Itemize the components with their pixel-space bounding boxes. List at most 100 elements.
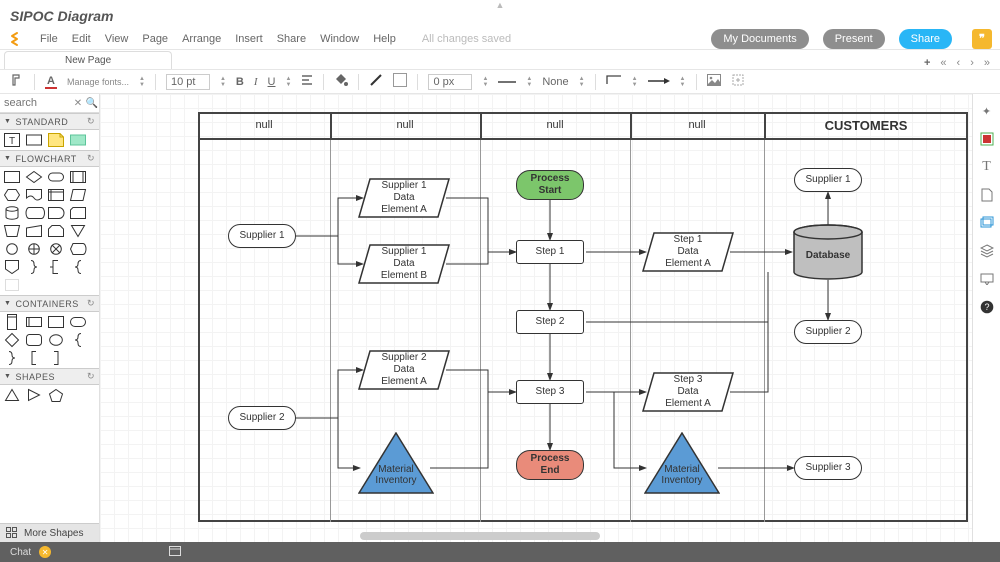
shape-connector[interactable] [3,242,21,256]
shape-bracket-open[interactable] [25,351,43,365]
node-s1-data-b[interactable]: Supplier 1DataElement B [358,244,450,284]
menu-insert[interactable]: Insert [235,33,263,45]
shape-hexagon[interactable] [3,188,21,202]
col-header-3[interactable]: null [480,112,630,140]
node-database[interactable]: Database [792,224,864,280]
shape-swimlane-v[interactable] [3,315,21,329]
shape-stored[interactable] [25,206,43,220]
line-color-dropdown-icon[interactable] [393,73,407,90]
font-stepper-icon[interactable]: ▲▼ [139,76,145,88]
shape-note[interactable] [47,133,65,147]
shape-delay[interactable] [47,206,65,220]
conn-stepper-icon[interactable]: ▲▼ [632,76,638,88]
page-icon[interactable] [978,186,996,204]
app-logo-icon[interactable] [8,30,26,48]
shape-pentagon[interactable] [47,388,65,402]
feedback-icon[interactable]: ❞ [972,29,992,49]
help-icon[interactable]: ? [978,298,996,316]
line-color-icon[interactable] [369,73,383,90]
node-process-end[interactable]: ProcessEnd [516,450,584,480]
menu-arrange[interactable]: Arrange [182,33,221,45]
shape-blank[interactable] [3,278,21,292]
share-button[interactable]: Share [899,29,952,49]
shape-internal[interactable] [47,188,65,202]
align-button[interactable] [301,74,313,89]
shape-note2[interactable] [47,260,65,274]
shape-or[interactable] [25,242,43,256]
stroke-width-input[interactable]: 0 px [428,74,472,90]
col-header-5[interactable]: CUSTOMERS [764,112,968,140]
node-customer-supplier-3[interactable]: Supplier 3 [794,456,862,480]
shape-bracket-close[interactable] [47,351,65,365]
section-refresh-icon[interactable]: ↻ [87,116,95,127]
text-color-icon[interactable]: A [45,75,57,89]
shape-triangle[interactable] [3,388,21,402]
shape-swimlane-h[interactable] [25,315,43,329]
col-header-2[interactable]: null [330,112,480,140]
section-refresh-icon-2[interactable]: ↻ [87,153,95,164]
stack-icon[interactable] [978,242,996,260]
more-shapes-button[interactable]: More Shapes [0,523,99,542]
document-title[interactable]: SIPOC Diagram [10,8,113,24]
shape-highlight[interactable] [69,133,87,147]
more-text-icon[interactable]: ▲▼ [285,76,291,88]
shape-brace-l[interactable] [69,260,87,274]
paint-format-icon[interactable] [10,73,24,90]
menu-file[interactable]: File [40,33,58,45]
node-supplier-2[interactable]: Supplier 2 [228,406,296,430]
arrow-end-icon[interactable] [648,76,670,88]
shape-database[interactable] [3,206,21,220]
node-material-inventory-2[interactable]: MaterialInventory [644,432,720,494]
shape-predef[interactable] [69,170,87,184]
shape-tri-right[interactable] [25,388,43,402]
arrow-start-select[interactable]: None [542,76,568,88]
section-refresh-icon-4[interactable]: ↻ [87,371,95,382]
nav-next-icon[interactable]: › [970,57,974,69]
col-header-4[interactable]: null [630,112,764,140]
shape-offpage[interactable] [3,260,21,274]
nav-last-icon[interactable]: » [984,57,990,69]
page-tab-new[interactable]: New Page [4,51,172,69]
shape-manual-op[interactable] [3,224,21,238]
shape-merge[interactable] [69,224,87,238]
nav-prev-icon[interactable]: ‹ [957,57,961,69]
shape-process[interactable] [3,170,21,184]
menu-page[interactable]: Page [142,33,168,45]
menu-window[interactable]: Window [320,33,359,45]
shape-brace-r[interactable] [25,260,43,274]
menu-view[interactable]: View [105,33,129,45]
col-header-1[interactable]: null [198,112,330,140]
italic-button[interactable]: I [254,76,258,88]
node-step1-data-a[interactable]: Step 1DataElement A [642,232,734,272]
shape-brace-open[interactable] [69,333,87,347]
shape-terminator[interactable] [47,170,65,184]
image-icon[interactable] [707,74,721,89]
shape-container-diamond[interactable] [3,333,21,347]
node-customer-supplier-1[interactable]: Supplier 1 [794,168,862,192]
add-page-button[interactable]: + [924,57,930,69]
sipoc-diagram[interactable]: null null null null CUSTOMERS [198,112,968,522]
shape-data[interactable] [69,188,87,202]
canvas[interactable]: null null null null CUSTOMERS [100,94,972,542]
shape-container-pill[interactable] [69,315,87,329]
arrow-start-stepper-icon[interactable]: ▲▼ [579,76,585,88]
size-stepper-icon[interactable]: ▲▼ [220,76,226,88]
node-step-3[interactable]: Step 3 [516,380,584,404]
sparkle-icon[interactable]: ✦ [978,102,996,120]
theme-icon[interactable] [978,130,996,148]
menu-edit[interactable]: Edit [72,33,91,45]
shape-brace-close[interactable] [3,351,21,365]
shape-sum[interactable] [47,242,65,256]
text-tool-icon[interactable]: T [978,158,996,176]
shape-rect[interactable] [25,133,43,147]
shape-container-rect[interactable] [47,315,65,329]
horizontal-scrollbar[interactable] [360,532,600,540]
chat-close-icon[interactable]: ✕ [39,546,51,558]
menu-help[interactable]: Help [373,33,396,45]
node-material-inventory-1[interactable]: MaterialInventory [358,432,434,494]
present-tool-icon[interactable] [978,270,996,288]
bold-button[interactable]: B [236,76,244,88]
chat-label[interactable]: Chat [10,547,31,558]
shape-loop[interactable] [47,224,65,238]
node-s2-data-a[interactable]: Supplier 2DataElement A [358,350,450,390]
